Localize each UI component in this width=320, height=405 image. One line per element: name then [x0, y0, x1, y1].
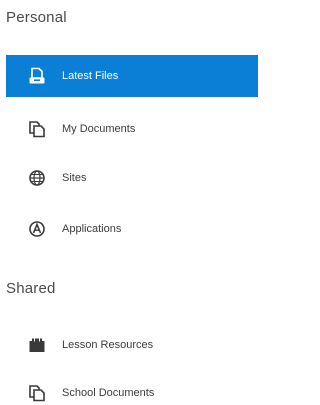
sidebar-item-my-documents[interactable]: My Documents	[6, 108, 258, 150]
globe-icon	[28, 169, 46, 187]
documents-icon	[28, 384, 46, 402]
sidebar-item-label: School Documents	[62, 387, 155, 399]
sidebar-nav: Personal Latest Files My Documents Sites…	[0, 0, 264, 405]
section-heading-shared: Shared	[6, 280, 56, 297]
documents-icon	[28, 120, 46, 138]
sidebar-item-label: Applications	[62, 223, 122, 235]
sidebar-item-school-documents[interactable]: School Documents	[6, 372, 258, 405]
sidebar-item-lesson-resources[interactable]: Lesson Resources	[6, 324, 258, 366]
sidebar-item-label: Latest Files	[62, 70, 119, 82]
sidebar-item-latest-files[interactable]: Latest Files	[6, 55, 258, 97]
sidebar-item-applications[interactable]: Applications	[6, 208, 258, 250]
section-heading-personal: Personal	[6, 9, 67, 26]
sidebar-item-label: Lesson Resources	[62, 339, 154, 351]
sidebar-item-label: My Documents	[62, 123, 136, 135]
sidebar-item-label: Sites	[62, 172, 87, 184]
sidebar-item-sites[interactable]: Sites	[6, 157, 258, 199]
applications-icon	[28, 220, 46, 238]
lesson-resources-icon	[28, 336, 46, 354]
latest-files-icon	[28, 67, 46, 85]
